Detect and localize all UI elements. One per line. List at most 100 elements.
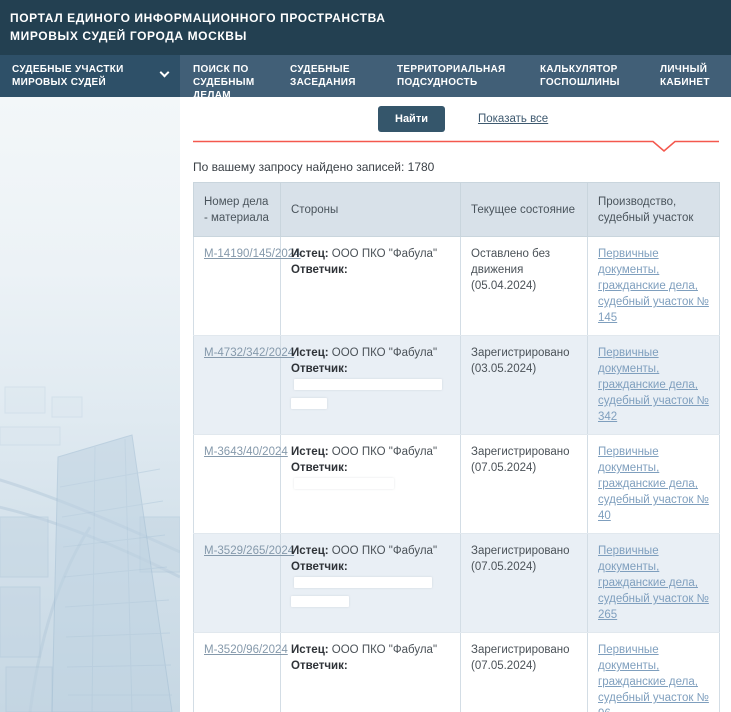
status-cell: Оставлено без движения(05.04.2024) <box>461 237 588 336</box>
chevron-down-icon <box>160 68 170 78</box>
case-number-cell: М-3643/40/2024 <box>194 435 281 534</box>
production-link[interactable]: Первичные документы, гражданские дела, с… <box>598 347 709 423</box>
defendant-label: Ответчик: <box>291 660 348 672</box>
redacted-name <box>291 398 327 409</box>
status-text: Оставлено без движения <box>471 246 577 278</box>
defendant-label: Ответчик: <box>291 561 348 573</box>
nav-item-territorialnaya[interactable]: ТЕРРИТОРИАЛЬНАЯ ПОДСУДНОСТЬ <box>397 55 540 97</box>
show-all-link[interactable]: Показать все <box>478 113 548 125</box>
site-title-line2: МИРОВЫХ СУДЕЙ ГОРОДА МОСКВЫ <box>10 27 731 45</box>
plaintiff-line: Истец: ООО ПКО "Фабула" <box>291 345 450 361</box>
results-table: Номер дела - материалаСтороныТекущее сос… <box>193 182 720 712</box>
table-row: М-3643/40/2024Истец: ООО ПКО "Фабула"Отв… <box>194 435 720 534</box>
search-button[interactable]: Найти <box>378 106 445 132</box>
table-row: М-3529/265/2024Истец: ООО ПКО "Фабула"От… <box>194 534 720 633</box>
nav-item-label: ТЕРРИТОРИАЛЬНАЯ ПОДСУДНОСТЬ <box>397 64 505 88</box>
table-row: М-14190/145/2024Истец: ООО ПКО "Фабула"О… <box>194 237 720 336</box>
redacted-name <box>291 596 349 607</box>
plaintiff-label: Истец: <box>291 347 329 359</box>
production-cell: Первичные документы, гражданские дела, с… <box>588 435 720 534</box>
case-number-cell: М-3520/96/2024 <box>194 633 281 712</box>
column-header: Номер дела - материала <box>194 183 281 237</box>
site-header: ПОРТАЛ ЕДИНОГО ИНФОРМАЦИОННОГО ПРОСТРАНС… <box>0 0 731 55</box>
red-separator-line <box>193 140 719 154</box>
parties-cell: Истец: ООО ПКО "Фабула" Ответчик: <box>281 633 461 712</box>
table-row: М-4732/342/2024Истец: ООО ПКО "Фабула"От… <box>194 336 720 435</box>
case-number-link[interactable]: М-3520/96/2024 <box>204 644 288 656</box>
redacted-name <box>294 478 394 489</box>
status-date: (07.05.2024) <box>471 460 577 476</box>
column-header: Стороны <box>281 183 461 237</box>
case-number-link[interactable]: М-3643/40/2024 <box>204 446 288 458</box>
case-number-link[interactable]: М-4732/342/2024 <box>204 347 294 359</box>
case-number-cell: М-3529/265/2024 <box>194 534 281 633</box>
plaintiff-line: Истец: ООО ПКО "Фабула" <box>291 543 450 559</box>
case-number-cell: М-14190/145/2024 <box>194 237 281 336</box>
nav-item-label: ПОИСК ПО СУДЕБНЫМ ДЕЛАМ <box>193 64 255 101</box>
search-toolbar: Найти Показать все <box>180 97 720 133</box>
defendant-label: Ответчик: <box>291 264 348 276</box>
sidebar-city-image <box>0 97 180 712</box>
redacted-name <box>294 379 442 390</box>
nav-item-kalkulyator[interactable]: КАЛЬКУЛЯТОР ГОСПОШЛИНЫ <box>540 55 660 97</box>
redacted-name <box>294 577 432 588</box>
results-count: По вашему запросу найдено записей: 1780 <box>193 160 720 174</box>
parties-cell: Истец: ООО ПКО "Фабула" Ответчик: <box>281 435 461 534</box>
defendant-line: Ответчик: <box>291 460 450 492</box>
defendant-line: Ответчик: <box>291 361 450 409</box>
main-nav: СУДЕБНЫЕ УЧАСТКИ МИРОВЫХ СУДЕЙ ПОИСК ПО С… <box>0 55 731 97</box>
city-aerial-illustration <box>0 97 180 712</box>
production-link[interactable]: Первичные документы, гражданские дела, с… <box>598 446 709 522</box>
case-number-link[interactable]: М-14190/145/2024 <box>204 248 301 260</box>
plaintiff-line: Истец: ООО ПКО "Фабула" <box>291 444 450 460</box>
parties-cell: Истец: ООО ПКО "Фабула" Ответчик: <box>281 237 461 336</box>
parties-cell: Истец: ООО ПКО "Фабула" Ответчик: <box>281 534 461 633</box>
nav-item-label: СУДЕБНЫЕ УЧАСТКИ МИРОВЫХ СУДЕЙ <box>12 63 132 97</box>
column-header: Текущее состояние <box>461 183 588 237</box>
plaintiff-label: Истец: <box>291 644 329 656</box>
nav-item-label: СУДЕБНЫЕ ЗАСЕДАНИЯ <box>290 64 356 88</box>
nav-item-lichnyy[interactable]: ЛИЧНЫЙ КАБИНЕТ <box>660 55 731 97</box>
main-content: Найти Показать все По вашему запросу най… <box>180 97 731 712</box>
status-cell: Зарегистрировано(07.05.2024) <box>461 633 588 712</box>
defendant-line: Ответчик: <box>291 262 450 278</box>
production-cell: Первичные документы, гражданские дела, с… <box>588 534 720 633</box>
plaintiff-line: Истец: ООО ПКО "Фабула" <box>291 642 450 658</box>
case-number-link[interactable]: М-3529/265/2024 <box>204 545 294 557</box>
nav-item-label: КАЛЬКУЛЯТОР ГОСПОШЛИНЫ <box>540 64 620 88</box>
production-link[interactable]: Первичные документы, гражданские дела, с… <box>598 545 709 621</box>
status-date: (05.04.2024) <box>471 278 577 294</box>
production-link[interactable]: Первичные документы, гражданские дела, с… <box>598 644 709 712</box>
defendant-label: Ответчик: <box>291 363 348 375</box>
plaintiff-line: Истец: ООО ПКО "Фабула" <box>291 246 450 262</box>
status-date: (07.05.2024) <box>471 658 577 674</box>
nav-item-uchastki[interactable]: СУДЕБНЫЕ УЧАСТКИ МИРОВЫХ СУДЕЙ <box>0 55 180 97</box>
status-text: Зарегистрировано <box>471 444 577 460</box>
nav-item-label: ЛИЧНЫЙ КАБИНЕТ <box>660 64 710 88</box>
production-link[interactable]: Первичные документы, гражданские дела, с… <box>598 248 709 324</box>
nav-item-zasedaniya[interactable]: СУДЕБНЫЕ ЗАСЕДАНИЯ <box>290 55 397 97</box>
defendant-line: Ответчик: <box>291 658 450 674</box>
production-cell: Первичные документы, гражданские дела, с… <box>588 633 720 712</box>
page: ПОРТАЛ ЕДИНОГО ИНФОРМАЦИОННОГО ПРОСТРАНС… <box>0 0 731 712</box>
status-text: Зарегистрировано <box>471 543 577 559</box>
plaintiff-label: Истец: <box>291 446 329 458</box>
production-cell: Первичные документы, гражданские дела, с… <box>588 336 720 435</box>
status-date: (07.05.2024) <box>471 559 577 575</box>
status-cell: Зарегистрировано(07.05.2024) <box>461 534 588 633</box>
production-cell: Первичные документы, гражданские дела, с… <box>588 237 720 336</box>
status-cell: Зарегистрировано(07.05.2024) <box>461 435 588 534</box>
plaintiff-label: Истец: <box>291 545 329 557</box>
defendant-line: Ответчик: <box>291 559 450 607</box>
status-date: (03.05.2024) <box>471 361 577 377</box>
status-text: Зарегистрировано <box>471 345 577 361</box>
defendant-label: Ответчик: <box>291 462 348 474</box>
parties-cell: Истец: ООО ПКО "Фабула" Ответчик: <box>281 336 461 435</box>
body: Найти Показать все По вашему запросу най… <box>0 97 731 712</box>
site-title-line1: ПОРТАЛ ЕДИНОГО ИНФОРМАЦИОННОГО ПРОСТРАНС… <box>10 9 731 27</box>
nav-item-poisk[interactable]: ПОИСК ПО СУДЕБНЫМ ДЕЛАМ <box>193 55 290 97</box>
status-text: Зарегистрировано <box>471 642 577 658</box>
table-header-row: Номер дела - материалаСтороныТекущее сос… <box>194 183 720 237</box>
case-number-cell: М-4732/342/2024 <box>194 336 281 435</box>
table-row: М-3520/96/2024Истец: ООО ПКО "Фабула"Отв… <box>194 633 720 712</box>
